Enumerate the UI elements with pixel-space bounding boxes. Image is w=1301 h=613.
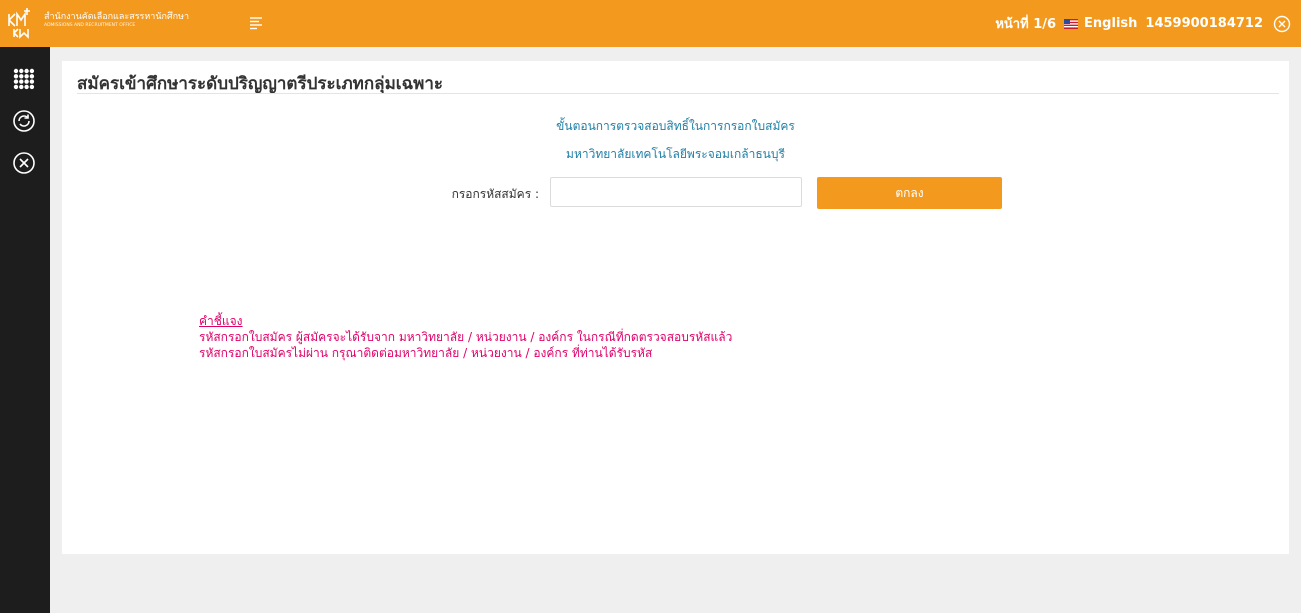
page-indicator: หน้าที่ 1/6 [995, 17, 1057, 32]
language-switch[interactable]: English [1064, 16, 1137, 31]
close-circle-icon[interactable] [12, 151, 36, 175]
university-name: มหาวิทยาลัยเทคโนโลยีพระจอมเกล้าธนบุรี [566, 147, 785, 161]
notes-line: รหัสกรอกใบสมัครไม่ผ่าน กรุณาติดต่อมหาวิท… [199, 346, 653, 360]
org-name-thai: สำนักงานคัดเลือกและสรรหานักศึกษา [44, 12, 190, 22]
top-bar: สำนักงานคัดเลือกและสรรหานักศึกษา ADMISSI… [0, 0, 1301, 47]
apps-grid-icon[interactable] [12, 67, 36, 91]
kmutt-logo [8, 8, 30, 39]
code-field-label: กรอกรหัสสมัคร : [451, 187, 539, 201]
confirm-button[interactable]: ตกลง [817, 177, 1002, 209]
us-flag-icon [1064, 18, 1079, 29]
language-label: English [1084, 16, 1138, 31]
header-tools: หน้าที่ 1/6 English 1459900184712 [987, 0, 1291, 47]
notes-block: คำชี้แจง รหัสกรอกใบสมัคร ผู้สมัครจะได้รั… [199, 313, 732, 361]
notes-heading: คำชี้แจง [199, 314, 243, 328]
title-divider [77, 93, 1279, 94]
user-id: 1459900184712 [1145, 16, 1263, 31]
org-name-english: ADMISSIONS AND RECRUITMENT OFFICE [44, 23, 136, 28]
notes-line: รหัสกรอกใบสมัคร ผู้สมัครจะได้รับจาก มหาว… [199, 330, 733, 344]
refresh-icon[interactable] [12, 109, 36, 133]
step-title: ขั้นตอนการตรวจสอบสิทธิ์ในการกรอกใบสมัคร [556, 119, 795, 133]
application-code-input[interactable] [550, 177, 802, 207]
sidebar [0, 47, 50, 613]
main-panel: สมัครเข้าศึกษาระดับปริญญาตรีประเภทกลุ่มเ… [62, 61, 1289, 554]
logout-close-icon[interactable] [1273, 15, 1291, 33]
org-name: สำนักงานคัดเลือกและสรรหานักศึกษา ADMISSI… [44, 12, 189, 29]
menu-toggle-icon[interactable] [248, 15, 264, 31]
